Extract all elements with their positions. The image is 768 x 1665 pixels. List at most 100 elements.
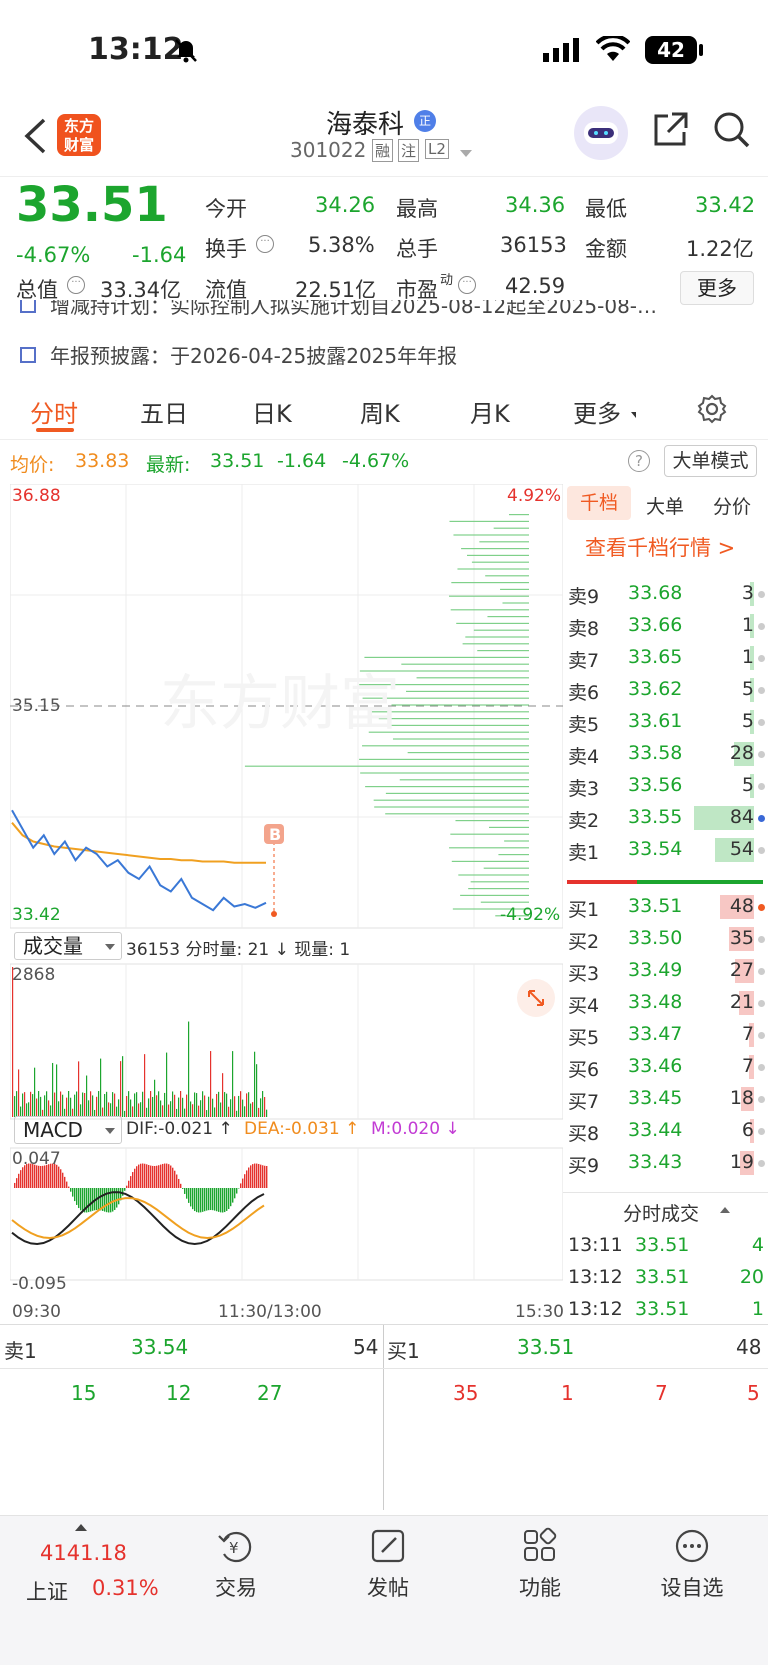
big-order-mode-button[interactable]: 大单模式: [664, 445, 757, 477]
macd-bar: [172, 1167, 174, 1188]
bid-row[interactable]: 买3 33.49 27: [563, 955, 768, 989]
macd-indicator-select[interactable]: MACD: [14, 1116, 122, 1144]
tab-intraday[interactable]: 分时: [30, 394, 78, 429]
bid-row[interactable]: 买8 33.44 6: [563, 1115, 768, 1149]
macd-bar: [262, 1165, 264, 1188]
high-label: 最高: [396, 197, 438, 221]
tab-monthly-k[interactable]: 月K: [470, 394, 510, 429]
bid-row[interactable]: 买7 33.45 18: [563, 1083, 768, 1117]
volume-bar: [212, 1098, 214, 1117]
volume-bar: [126, 1096, 128, 1117]
latest-change: -1.64: [277, 450, 327, 472]
more-info-icon[interactable]: ···: [67, 276, 85, 294]
ask-row[interactable]: 卖1 33.54 54: [563, 834, 768, 868]
bid-row[interactable]: 买1 33.51 48: [563, 891, 768, 925]
volume-bar: [122, 1056, 124, 1117]
app-logo[interactable]: 东方 财富: [57, 114, 101, 156]
volume-bar: [32, 1094, 34, 1117]
notice-scroller[interactable]: 增减持计划：实际控制人拟实施计划自2025-08-12起至2025-08-… 年…: [0, 300, 768, 380]
view-depth-link[interactable]: 查看千档行情 >: [585, 532, 735, 562]
back-icon[interactable]: [22, 116, 48, 160]
volume-bar: [170, 1101, 172, 1117]
depth-bar: [449, 595, 529, 597]
trade-volume: 20: [739, 1266, 764, 1288]
depth-bar: [471, 561, 529, 563]
more-info-icon[interactable]: ···: [458, 276, 476, 294]
macd-bar: [166, 1163, 168, 1188]
bid-row[interactable]: 买2 33.50 35: [563, 923, 768, 957]
level-label: 卖3: [568, 778, 600, 800]
change-amount: -1.64: [132, 243, 187, 267]
settings-icon[interactable]: [697, 394, 727, 428]
level-volume: 5: [741, 774, 754, 796]
trades-title[interactable]: 分时成交: [623, 1199, 699, 1226]
macd-bar: [188, 1188, 190, 1203]
tab-post[interactable]: 发帖: [333, 1526, 443, 1602]
ask-row[interactable]: 卖9 33.68 3: [563, 578, 768, 612]
tab-more[interactable]: 更多: [573, 394, 621, 429]
notice-item[interactable]: 年报预披露：于2026-04-25披露2025年年报: [20, 340, 457, 369]
index-value[interactable]: 4141.18: [40, 1541, 127, 1565]
depth-bar: [470, 881, 529, 883]
ask-row[interactable]: 卖2 33.55 84: [563, 802, 768, 836]
queue-ask-label: 卖1: [4, 1339, 37, 1363]
depth-bar: [460, 894, 529, 896]
volume-bar: [18, 1069, 20, 1117]
help-icon[interactable]: ?: [628, 450, 650, 472]
logo-line1: 东方: [63, 117, 94, 135]
volume-bar: [196, 1093, 198, 1117]
volume-bar: [22, 1093, 24, 1117]
tab-trade[interactable]: ¥ 交易: [181, 1526, 291, 1602]
depth-bar: [385, 792, 529, 794]
bid-row[interactable]: 买4 33.48 21: [563, 987, 768, 1021]
ask-row[interactable]: 卖7 33.65 1: [563, 642, 768, 676]
tab-add-watchlist[interactable]: 设自选: [637, 1526, 747, 1602]
book-tab-depth[interactable]: 千档: [567, 486, 631, 520]
notice-item[interactable]: 增减持计划：实际控制人拟实施计划自2025-08-12起至2025-08-…: [20, 300, 657, 319]
level-label: 买7: [568, 1091, 600, 1113]
ask-row[interactable]: 卖3 33.56 5: [563, 770, 768, 804]
level-price: 33.62: [628, 678, 683, 700]
depth-bar: [416, 677, 529, 679]
level-label: 买4: [568, 995, 600, 1017]
bid-row[interactable]: 买9 33.43 19: [563, 1147, 768, 1181]
tab-five-day[interactable]: 五日: [140, 394, 188, 429]
chevron-up-icon[interactable]: [75, 1524, 87, 1531]
macd-bar: [144, 1163, 146, 1188]
volume-indicator-select[interactable]: 成交量: [14, 932, 122, 960]
more-info-icon[interactable]: ···: [256, 235, 274, 253]
dropdown-icon: [105, 944, 115, 950]
tab-weekly-k[interactable]: 周K: [360, 394, 400, 429]
trade-icon: ¥: [218, 1531, 252, 1563]
ask-row[interactable]: 卖6 33.62 5: [563, 674, 768, 708]
level-price: 33.49: [628, 959, 683, 981]
bid-row[interactable]: 买5 33.47 7: [563, 1019, 768, 1053]
notice-icon: [20, 347, 36, 363]
search-icon[interactable]: [712, 110, 752, 154]
expand-icon[interactable]: [517, 979, 555, 1017]
trade-price: 33.51: [635, 1234, 690, 1256]
macd-bar: [42, 1165, 44, 1188]
ask-row[interactable]: 卖4 33.58 28: [563, 738, 768, 772]
index-name[interactable]: 上证: [26, 1576, 68, 1606]
ask-row[interactable]: 卖8 33.66 1: [563, 610, 768, 644]
ask-row[interactable]: 卖5 33.61 5: [563, 706, 768, 740]
tab-post-label: 发帖: [367, 1576, 409, 1600]
assistant-avatar[interactable]: [574, 106, 628, 160]
book-tab-price[interactable]: 分价: [713, 492, 751, 519]
stock-code: 301022: [290, 138, 367, 162]
tab-daily-k[interactable]: 日K: [252, 394, 292, 429]
macd-bar: [156, 1165, 158, 1188]
intraday-chart[interactable]: 东方财富 B 36.88 35.15 33.42 4.92% -4.92% 成交…: [9, 483, 564, 1322]
tab-functions[interactable]: 功能: [485, 1526, 595, 1602]
bid-row[interactable]: 买6 33.46 7: [563, 1051, 768, 1085]
trade-volume: 4: [751, 1234, 764, 1256]
volume-bar: [74, 1094, 76, 1117]
macd-bar: [14, 1182, 16, 1188]
share-icon[interactable]: [650, 110, 690, 154]
index-pct[interactable]: 0.31%: [92, 1576, 159, 1600]
level-dot: [758, 591, 765, 598]
book-tab-big-order[interactable]: 大单: [646, 492, 684, 519]
volume-axis-max: 2868: [12, 965, 56, 985]
chevron-down-icon[interactable]: [460, 150, 472, 157]
